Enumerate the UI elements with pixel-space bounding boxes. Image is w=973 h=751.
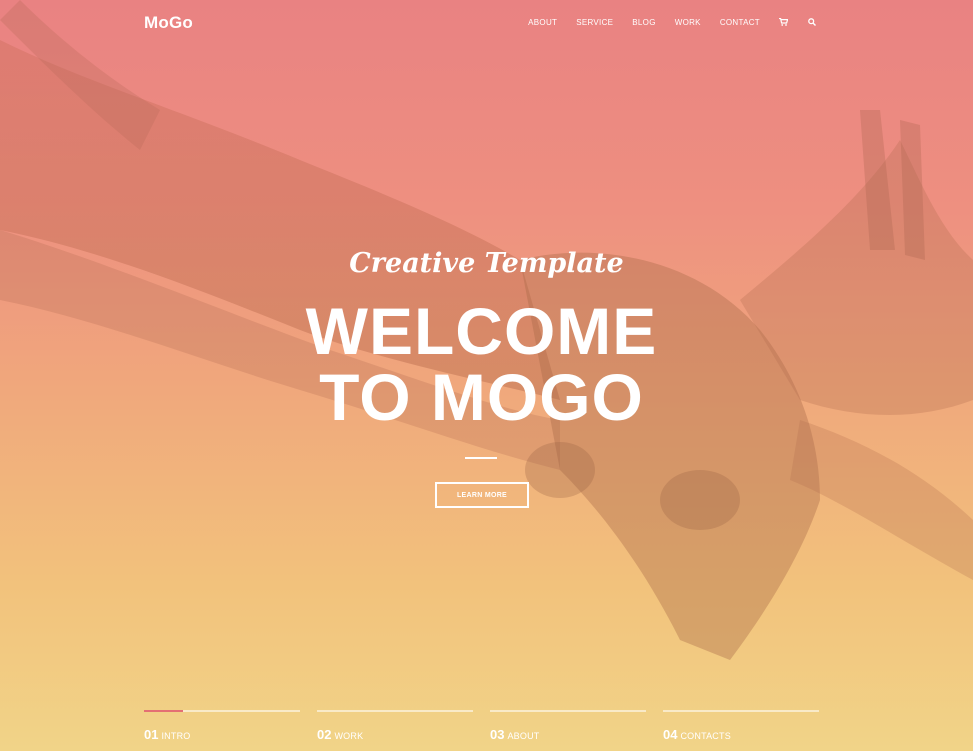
hero-section: MoGo ABOUT SERVICE BLOG WORK CONTACT Cre… [0, 0, 973, 751]
hero-divider [465, 457, 497, 459]
nav-about[interactable]: ABOUT [528, 18, 557, 27]
slide-label: 03 ABOUT [490, 726, 539, 744]
nav-service[interactable]: SERVICE [576, 18, 613, 27]
slide-label: 01 INTRO [144, 726, 190, 744]
search-icon[interactable] [808, 17, 818, 27]
slide-number: 02 [317, 727, 332, 742]
slide-name: ABOUT [507, 731, 540, 741]
hero-subtitle: Creative Template [349, 248, 624, 279]
slide-navigation: 01 INTRO 02 WORK 03 ABOUT 04 CONTACTS [144, 708, 819, 751]
slide-progress-active [144, 710, 183, 712]
slide-progress-track [490, 710, 646, 712]
nav-contact[interactable]: CONTACT [720, 18, 760, 27]
slide-tab-work[interactable]: 02 WORK [317, 708, 473, 751]
nav-work[interactable]: WORK [675, 18, 701, 27]
slide-label: 02 WORK [317, 726, 363, 744]
slide-tab-about[interactable]: 03 ABOUT [490, 708, 646, 751]
slide-tab-intro[interactable]: 01 INTRO [144, 708, 300, 751]
learn-more-button[interactable]: LEARN MORE [435, 482, 529, 508]
slide-number: 04 [663, 727, 678, 742]
slide-name: WORK [334, 731, 364, 741]
cart-icon[interactable] [779, 17, 789, 27]
slide-number: 03 [490, 727, 505, 742]
hero-title-line-1: WELCOME [305, 294, 658, 368]
hero-title: WELCOME TO MOGO [0, 298, 963, 430]
slide-name: INTRO [161, 731, 191, 741]
hero-title-line-2: TO MOGO [319, 360, 644, 434]
slide-progress-track [317, 710, 473, 712]
slide-progress-track [663, 710, 819, 712]
slide-label: 04 CONTACTS [663, 726, 731, 744]
site-header: MoGo ABOUT SERVICE BLOG WORK CONTACT [144, 0, 818, 48]
main-nav: ABOUT SERVICE BLOG WORK CONTACT [509, 17, 818, 27]
slide-number: 01 [144, 727, 159, 742]
logo[interactable]: MoGo [144, 13, 193, 33]
nav-blog[interactable]: BLOG [632, 18, 655, 27]
slide-name: CONTACTS [680, 731, 731, 741]
slide-tab-contacts[interactable]: 04 CONTACTS [663, 708, 819, 751]
